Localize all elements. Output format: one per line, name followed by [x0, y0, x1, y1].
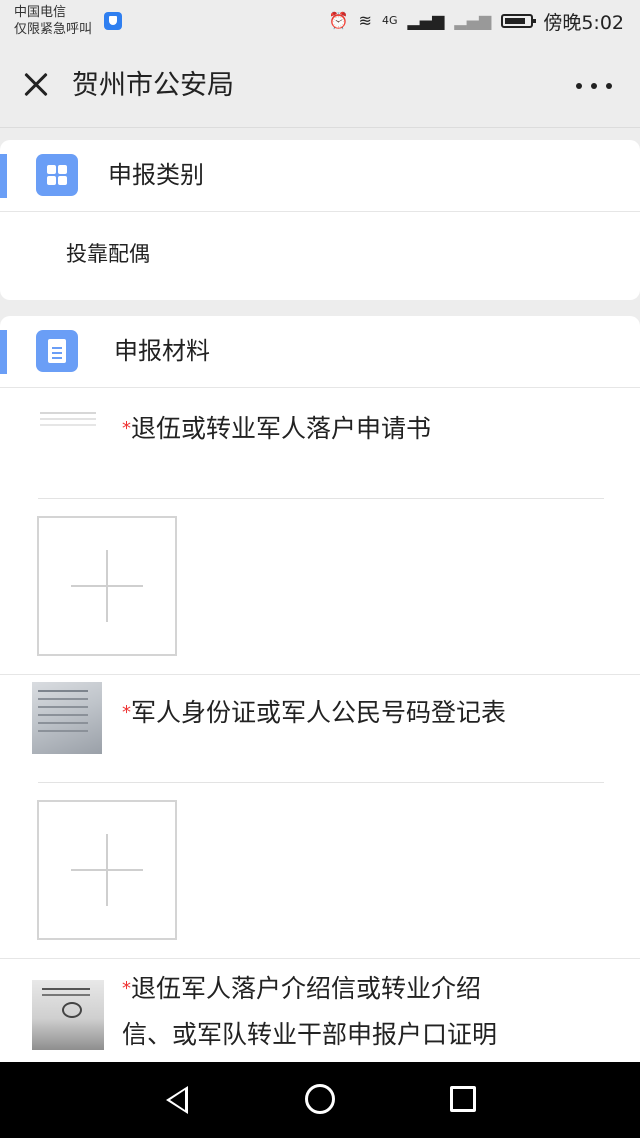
materials-section-title: 申报材料 — [114, 337, 210, 365]
alarm-icon: ⏰ — [328, 11, 349, 30]
required-mark: * — [122, 702, 131, 723]
category-section-title: 申报类别 — [108, 161, 204, 189]
materials-header: 申报材料 — [0, 316, 640, 388]
back-icon[interactable] — [166, 1086, 188, 1114]
divider — [38, 498, 604, 499]
material-thumbnail[interactable] — [32, 682, 102, 754]
close-button[interactable] — [18, 66, 54, 102]
required-mark: * — [122, 978, 131, 999]
upload-add-button[interactable] — [37, 800, 177, 940]
category-header: 申报类别 — [0, 140, 640, 212]
material-label: *退伍或转业军人落户申请书 — [122, 408, 431, 450]
signal-icon: ▂▄▆ — [407, 11, 445, 30]
carrier-info: 中国电信 仅限紧急呼叫 — [14, 4, 92, 38]
section-accent-bar — [0, 154, 7, 198]
dot-icon — [576, 83, 582, 89]
material-label-text: 军人身份证或军人公民号码登记表 — [131, 698, 507, 727]
battery-icon — [501, 14, 537, 28]
carrier-status: 仅限紧急呼叫 — [14, 22, 93, 37]
material-label-line1: 退伍军人落户介绍信或转业介绍 — [131, 974, 482, 1003]
document-icon — [36, 330, 78, 372]
status-bar: 中国电信 仅限紧急呼叫 ⏰ ≋ 4G ▂▄▆ ▂▄▆ 傍晚5:02 — [0, 0, 640, 44]
title-bar: 贺州市公安局 — [0, 44, 640, 128]
material-label: *退伍军人落户介绍信或转业介绍 信、或军队转业干部申报户口证明 — [122, 968, 497, 1056]
material-thumbnail[interactable] — [32, 980, 104, 1050]
carrier-name: 中国电信 — [14, 5, 67, 20]
grid-icon — [36, 154, 78, 196]
upload-add-button[interactable] — [37, 516, 177, 656]
network-type-label: 4G — [381, 14, 398, 27]
category-card: 申报类别 投靠配偶 — [0, 140, 640, 300]
status-icons: ⏰ ≋ 4G ▂▄▆ ▂▄▆ 傍晚5:02 — [328, 9, 624, 34]
divider — [38, 782, 604, 783]
dot-icon — [591, 83, 597, 89]
section-accent-bar — [0, 330, 7, 374]
material-label-text: 退伍或转业军人落户申请书 — [131, 414, 432, 443]
app-screen: 中国电信 仅限紧急呼叫 ⏰ ≋ 4G ▂▄▆ ▂▄▆ 傍晚5:02 贺州市公安局 — [0, 0, 640, 1138]
wifi-icon: ≋ — [358, 11, 372, 30]
status-time: 傍晚5:02 — [543, 11, 624, 34]
material-label: *军人身份证或军人公民号码登记表 — [122, 692, 506, 734]
item-separator — [0, 958, 640, 959]
no-signal-icon: ▂▄▆ — [454, 11, 492, 30]
category-value: 投靠配偶 — [66, 242, 150, 266]
item-separator — [0, 674, 640, 675]
shield-icon — [104, 12, 122, 30]
system-nav-bar — [0, 1062, 640, 1138]
material-label-line2: 信、或军队转业干部申报户口证明 — [122, 1020, 498, 1049]
material-thumbnail[interactable] — [32, 402, 96, 442]
more-menu-button[interactable] — [576, 76, 612, 96]
page-title: 贺州市公安局 — [72, 70, 234, 101]
materials-card: 申报材料 *退伍或转业军人落户申请书 *军人身份证或军人公民号码登记表 *退伍军… — [0, 316, 640, 1076]
home-icon[interactable] — [305, 1084, 335, 1114]
required-mark: * — [122, 418, 131, 439]
recent-apps-icon[interactable] — [450, 1086, 476, 1112]
dot-icon — [606, 83, 612, 89]
